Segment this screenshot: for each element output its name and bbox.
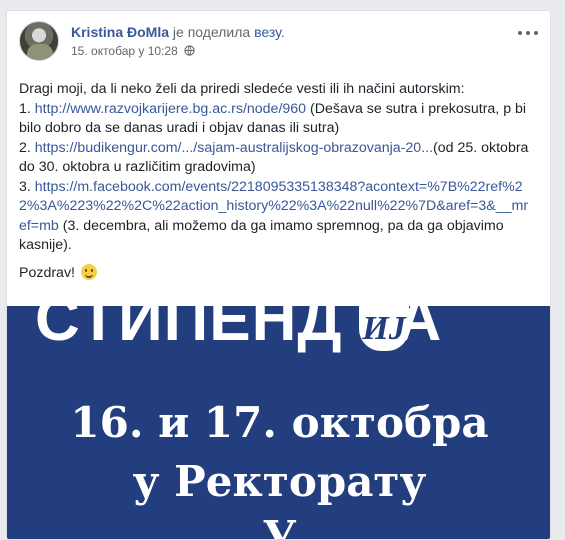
- shared-text: је поделила: [169, 24, 255, 40]
- banner-dates: 16. и 17. октобра: [70, 398, 489, 447]
- post-card: Kristina ĐoMla је поделила везу. 15. окт…: [6, 10, 551, 540]
- banner-title-ij-badge: ИЈ: [359, 306, 409, 351]
- post-closing: Pozdrav!: [19, 263, 534, 284]
- author-name-link[interactable]: Kristina ĐoMla: [71, 24, 169, 40]
- post-item-1: 1. http://www.razvojkarijere.bg.ac.rs/no…: [19, 100, 527, 137]
- more-options-icon[interactable]: [518, 27, 538, 39]
- post-item-2-link[interactable]: https://budikengur.com/.../sajam-austral…: [35, 140, 433, 156]
- author-avatar[interactable]: [19, 21, 59, 61]
- post-author-line: Kristina ĐoMla је поделила везу.: [71, 24, 285, 40]
- post-timestamp-row: 15. октобар у 10:28: [71, 44, 195, 58]
- post-item-3: 3. https://m.facebook.com/events/2218095…: [19, 178, 529, 254]
- shared-link-word[interactable]: везу: [254, 24, 281, 40]
- post-body: Dragi moji, da li neko želi da priredi s…: [19, 80, 534, 283]
- banner-line-partial: У: [262, 512, 297, 540]
- post-item-3-note: (3. decembra, ali možemo da ga imamo spr…: [19, 217, 504, 254]
- smile-emoji-icon: [80, 263, 97, 280]
- event-banner-image[interactable]: СТИПЕНД А ИЈ 16. и 17. октобра у Ректорат…: [7, 306, 550, 540]
- banner-location: у Ректорату: [132, 457, 427, 506]
- post-timestamp[interactable]: 15. октобар у 10:28: [71, 44, 178, 58]
- post-intro: Dragi moji, da li neko želi da priredi s…: [19, 81, 465, 97]
- post-item-2: 2. https://budikengur.com/.../sajam-aust…: [19, 139, 529, 176]
- post-header: Kristina ĐoMla је поделила везу. 15. окт…: [19, 21, 538, 67]
- post-item-1-link[interactable]: http://www.razvojkarijere.bg.ac.rs/node/…: [35, 101, 306, 117]
- globe-icon: [181, 44, 195, 58]
- shared-period: .: [280, 24, 285, 40]
